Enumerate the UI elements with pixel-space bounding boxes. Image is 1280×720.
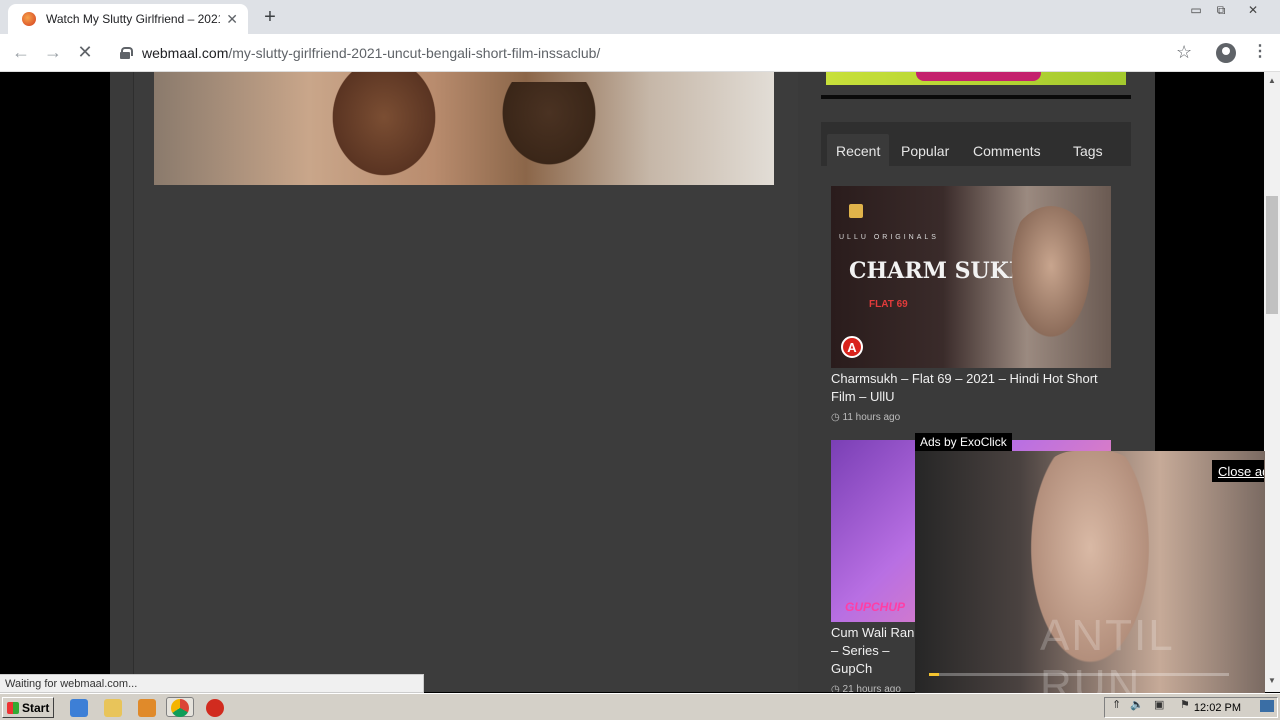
windows-logo-icon bbox=[7, 701, 19, 714]
minimize-icon[interactable]: ▭ bbox=[1183, 0, 1209, 20]
post-title[interactable]: Charmsukh – Flat 69 – 2021 – Hindi Hot S… bbox=[831, 370, 1111, 406]
menu-icon[interactable]: ⋮ bbox=[1252, 41, 1268, 61]
ad-watermark: ANTIL RUN bbox=[1040, 611, 1174, 693]
post-title[interactable]: Cum Wali Rani – Series – GupCh bbox=[831, 624, 921, 678]
ullu-logo bbox=[849, 204, 863, 218]
opera-icon[interactable] bbox=[206, 699, 224, 717]
show-desktop-icon[interactable] bbox=[1260, 700, 1274, 712]
action-center-flag-icon[interactable]: ⚑ bbox=[1180, 698, 1190, 711]
status-bar: Waiting for webmaal.com... bbox=[0, 674, 424, 693]
tab-strip: Watch My Slutty Girlfriend – 2021 – U ✕ … bbox=[0, 0, 1280, 34]
list-item[interactable]: ULLU ORIGINALS CHARM SUKH FLAT 69 A Char… bbox=[831, 186, 1111, 423]
thumb-originals: ULLU ORIGINALS bbox=[839, 234, 939, 241]
url-domain: webmaal.com bbox=[142, 45, 229, 61]
post-featured-image[interactable] bbox=[154, 72, 774, 185]
post-time-text: 21 hours ago bbox=[842, 684, 901, 692]
profile-icon[interactable] bbox=[1216, 43, 1236, 63]
start-label: Start bbox=[22, 700, 50, 715]
taskbar: Start 12:02 PM ⇑ 🔈 ▣ ⚑ bbox=[0, 693, 1280, 720]
sidebar-tabs: Recent Popular Comments Tags bbox=[821, 122, 1131, 168]
scroll-down-icon[interactable]: ▼ bbox=[1268, 676, 1276, 685]
ie-icon[interactable] bbox=[70, 699, 88, 717]
browser-tab[interactable]: Watch My Slutty Girlfriend – 2021 – U ✕ bbox=[8, 4, 248, 34]
ad-progress-bar bbox=[929, 673, 1229, 676]
thumb-photo bbox=[1001, 206, 1101, 356]
tray-chevron-icon[interactable]: ⇑ bbox=[1112, 698, 1121, 711]
browser-toolbar: ← → ✕ webmaal.com/my-slutty-girlfriend-2… bbox=[0, 34, 1280, 72]
back-icon[interactable]: ← bbox=[10, 42, 32, 63]
clock-text: 12:02 PM bbox=[1193, 701, 1241, 714]
url-path: /my-slutty-girlfriend-2021-uncut-bengali… bbox=[228, 45, 601, 61]
explorer-icon[interactable] bbox=[104, 699, 122, 717]
favicon-icon bbox=[22, 12, 36, 26]
volume-icon[interactable]: 🔈 bbox=[1130, 698, 1144, 711]
clock-icon: ◷ bbox=[831, 684, 843, 692]
scroll-up-icon[interactable]: ▲ bbox=[1268, 76, 1276, 85]
sidebar-banner-ad[interactable] bbox=[826, 72, 1126, 85]
close-window-icon[interactable]: ✕ bbox=[1240, 0, 1266, 20]
stop-loading-icon[interactable]: ✕ bbox=[74, 42, 96, 63]
chrome-icon bbox=[171, 699, 189, 717]
video-ad[interactable]: ANTIL RUN bbox=[915, 451, 1265, 693]
post-time-text: 11 hours ago bbox=[842, 412, 901, 423]
adult-rating-badge: A bbox=[841, 336, 863, 358]
post-time: ◷ 11 hours ago bbox=[831, 412, 1111, 423]
forward-icon[interactable]: → bbox=[42, 42, 64, 63]
clock-icon: ◷ bbox=[831, 412, 843, 423]
scroll-thumb[interactable] bbox=[1266, 196, 1278, 314]
image-figure bbox=[324, 72, 444, 185]
ad-label: Ads by ExoClick bbox=[915, 433, 1012, 451]
new-tab-button[interactable]: + bbox=[260, 6, 280, 29]
url-text: webmaal.com/my-slutty-girlfriend-2021-un… bbox=[142, 45, 600, 61]
divider bbox=[821, 95, 1131, 99]
thumb-brand: GUPCHUP bbox=[845, 600, 906, 614]
network-icon[interactable]: ▣ bbox=[1154, 698, 1164, 711]
start-button[interactable]: Start bbox=[2, 697, 54, 718]
post-thumbnail[interactable]: ULLU ORIGINALS CHARM SUKH FLAT 69 A bbox=[831, 186, 1111, 368]
close-tab-icon[interactable]: ✕ bbox=[226, 11, 238, 28]
tab-tags[interactable]: Tags bbox=[1064, 134, 1112, 168]
banner-button[interactable] bbox=[916, 72, 1041, 81]
media-player-icon[interactable] bbox=[138, 699, 156, 717]
tab-popular[interactable]: Popular bbox=[892, 134, 958, 168]
vertical-scrollbar[interactable]: ▲ ▼ bbox=[1264, 72, 1280, 692]
thumb-subtitle: FLAT 69 bbox=[869, 299, 908, 310]
close-ad-button[interactable]: Close ad bbox=[1212, 460, 1264, 482]
lock-icon bbox=[120, 47, 133, 59]
tab-recent[interactable]: Recent bbox=[827, 134, 890, 168]
restore-icon[interactable]: ⧉ bbox=[1208, 0, 1234, 20]
bookmark-star-icon[interactable]: ☆ bbox=[1176, 42, 1192, 63]
tab-title: Watch My Slutty Girlfriend – 2021 – U bbox=[46, 12, 220, 26]
address-bar[interactable]: webmaal.com/my-slutty-girlfriend-2021-un… bbox=[108, 38, 1208, 68]
image-figure bbox=[484, 82, 614, 185]
tab-comments[interactable]: Comments bbox=[964, 134, 1050, 168]
